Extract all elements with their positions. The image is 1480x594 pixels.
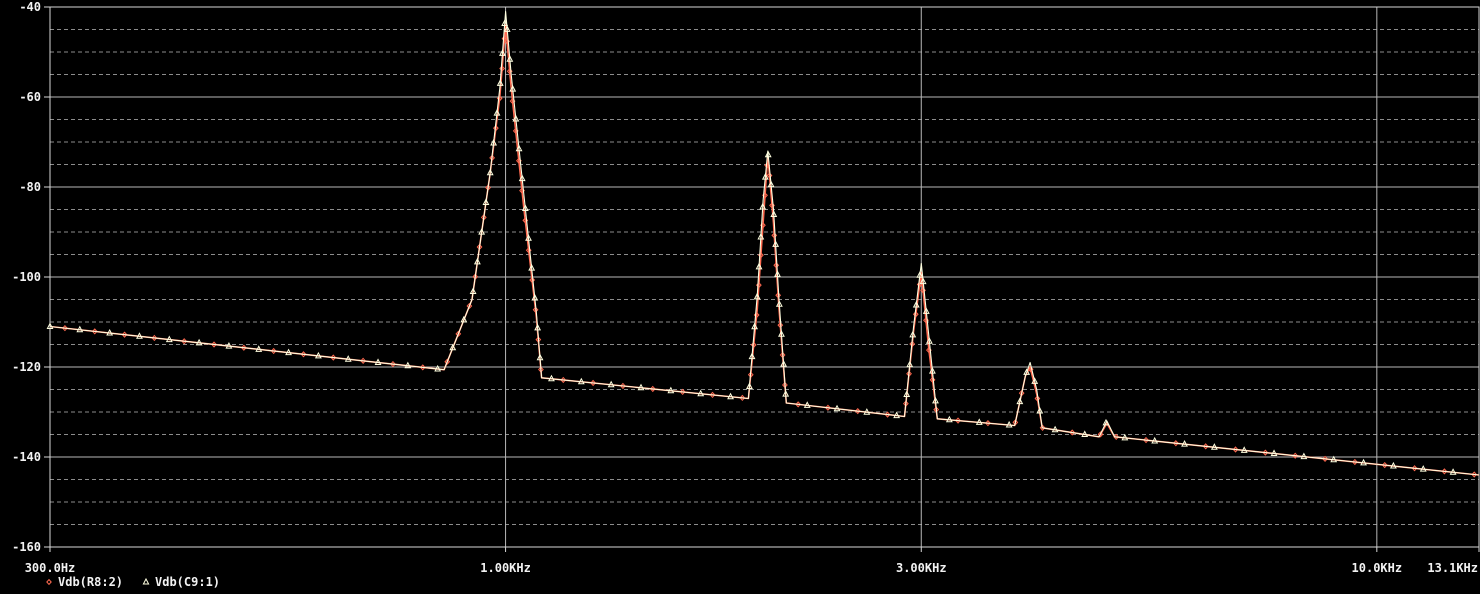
y-tick-label: -60 (19, 90, 41, 104)
probe-plot: -40 -60 -80 -100 -120 -140 -160 300.0Hz 1.00KHz 3… (0, 0, 1480, 594)
legend-series-label: Vdb(R8:2) (58, 575, 123, 589)
x-tick-label: 300.0Hz (25, 561, 76, 575)
y-tick-label: -120 (12, 360, 41, 374)
legend-series-label: Vdb(C9:1) (155, 575, 220, 589)
y-tick-label: -160 (12, 540, 41, 554)
y-tick-label: -40 (19, 0, 41, 14)
x-tick-label: 3.00KHz (896, 561, 947, 575)
plot-background (0, 0, 1480, 594)
x-tick-label: 13.1KHz (1427, 561, 1478, 575)
x-tick-label: 1.00KHz (480, 561, 531, 575)
x-tick-label: 10.0KHz (1352, 561, 1403, 575)
y-tick-label: -140 (12, 450, 41, 464)
y-tick-label: -100 (12, 270, 41, 284)
y-tick-label: -80 (19, 180, 41, 194)
